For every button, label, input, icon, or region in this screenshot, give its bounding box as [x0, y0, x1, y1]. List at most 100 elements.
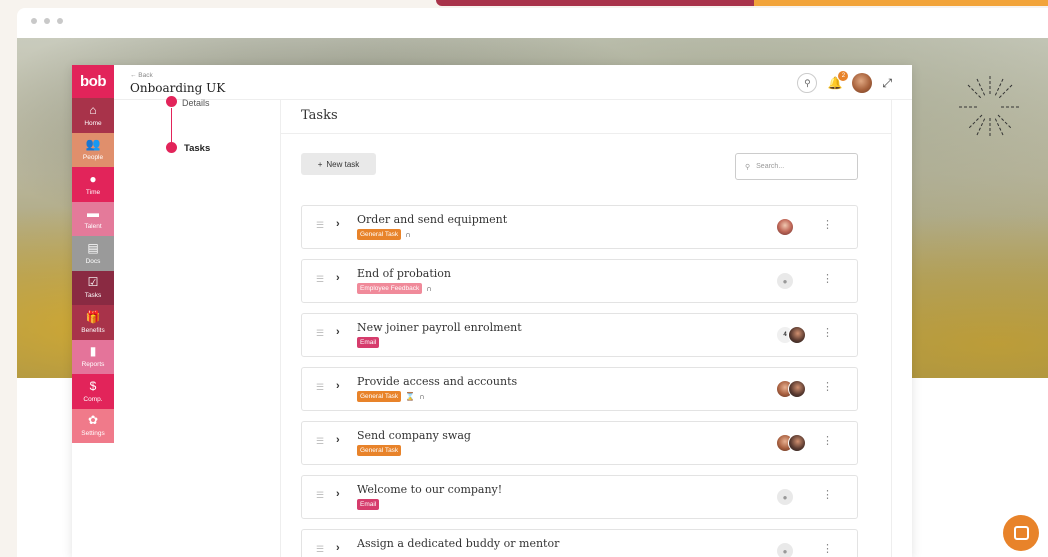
- search-placeholder: Search...: [756, 163, 785, 170]
- task-row[interactable]: ☰ › Welcome to our company! Email ● ⋮: [301, 475, 858, 519]
- task-name[interactable]: End of probation: [357, 267, 451, 280]
- app-window: bob ⌂ Home 👥 People ● Time ▬ Talent ▤ Docs ☑ Tasks 🎁…: [72, 65, 912, 557]
- task-name[interactable]: Order and send equipment: [357, 213, 507, 226]
- drag-handle-icon[interactable]: ☰: [316, 544, 324, 555]
- assignee[interactable]: ●: [776, 271, 794, 291]
- chevron-right-icon[interactable]: ›: [336, 218, 340, 230]
- user-placeholder-icon: ●: [776, 542, 794, 557]
- task-name[interactable]: New joiner payroll enrolment: [357, 321, 522, 334]
- sidebar-item-label: Settings: [81, 430, 105, 438]
- assignee[interactable]: ●: [776, 541, 794, 557]
- user-placeholder-icon: ●: [776, 488, 794, 506]
- task-name[interactable]: Provide access and accounts: [357, 375, 517, 388]
- divider: [281, 133, 891, 134]
- step-details[interactable]: Details: [182, 98, 210, 108]
- avatar[interactable]: [852, 73, 873, 93]
- sidebar-item-label: Comp.: [83, 395, 103, 403]
- search-icon[interactable]: ⚲: [797, 73, 818, 93]
- more-options-icon[interactable]: ⋮: [822, 380, 833, 393]
- task-row[interactable]: ☰ › Send company swag General Task ⋮: [301, 421, 858, 465]
- avatar: [788, 326, 806, 344]
- sidebar-item-label: Reports: [81, 361, 105, 369]
- drag-handle-icon[interactable]: ☰: [316, 220, 324, 231]
- gift-icon: 🎁: [85, 309, 101, 324]
- drag-handle-icon[interactable]: ☰: [316, 382, 324, 393]
- task-row[interactable]: ☰ › End of probation Employee Feedback ∩ ● ⋮: [301, 259, 858, 303]
- sidebar-item-docs[interactable]: ▤ Docs: [72, 236, 114, 271]
- sidebar: bob ⌂ Home 👥 People ● Time ▬ Talent ▤ Docs ☑ Tasks 🎁…: [72, 65, 114, 445]
- sidebar-item-benefits[interactable]: 🎁 Benefits: [72, 305, 114, 340]
- more-options-icon[interactable]: ⋮: [822, 542, 833, 555]
- more-options-icon[interactable]: ⋮: [822, 272, 833, 285]
- assignee[interactable]: [776, 217, 794, 237]
- step-tasks[interactable]: Tasks: [184, 143, 210, 154]
- window-controls: [31, 18, 63, 24]
- new-task-label: New task: [326, 159, 360, 169]
- sidebar-item-comp[interactable]: $ Comp.: [72, 374, 114, 409]
- search-input[interactable]: ⚲ Search...: [735, 153, 858, 180]
- task-name[interactable]: Assign a dedicated buddy or mentor: [357, 537, 559, 550]
- chevron-right-icon[interactable]: ›: [336, 272, 340, 284]
- task-type-badge: General Task: [357, 445, 402, 456]
- notification-badge: 2: [838, 71, 849, 81]
- header-actions: ⚲ 🔔 2 ⤢: [797, 71, 892, 93]
- task-type-badge: General Task: [357, 391, 402, 402]
- chat-launcher-button[interactable]: [1003, 515, 1039, 551]
- assignee[interactable]: 4: [776, 325, 806, 345]
- chevron-right-icon[interactable]: ›: [336, 434, 340, 446]
- window-dot[interactable]: [57, 18, 63, 24]
- sidebar-item-people[interactable]: 👥 People: [72, 132, 114, 167]
- task-row[interactable]: ☰ › Provide access and accounts General Tas…: [301, 367, 858, 411]
- chevron-right-icon[interactable]: ›: [336, 326, 340, 338]
- more-options-icon[interactable]: ⋮: [822, 218, 833, 231]
- document-icon: ▤: [87, 240, 99, 255]
- sidebar-item-label: Time: [85, 188, 101, 196]
- sun-decoration-icon: [959, 76, 1021, 138]
- task-type-badge: Email: [357, 499, 380, 510]
- sidebar-item-home[interactable]: ⌂ Home: [72, 98, 114, 133]
- task-name[interactable]: Send company swag: [357, 429, 471, 442]
- avatar: [776, 218, 794, 236]
- task-tags: Email: [357, 499, 380, 510]
- drag-handle-icon[interactable]: ☰: [316, 490, 324, 501]
- sidebar-item-talent[interactable]: ▬ Talent: [72, 201, 114, 236]
- sidebar-item-reports[interactable]: ▮ Reports: [72, 339, 114, 374]
- sidebar-item-settings[interactable]: ✿ Settings: [72, 408, 114, 443]
- drag-handle-icon[interactable]: ☰: [316, 328, 324, 339]
- more-options-icon[interactable]: ⋮: [822, 326, 833, 339]
- step-connector: [171, 108, 172, 143]
- page-title: Onboarding UK: [130, 81, 226, 95]
- bell-icon[interactable]: 🔔 2: [827, 71, 849, 90]
- chevron-right-icon[interactable]: ›: [336, 542, 340, 554]
- assignee[interactable]: [776, 433, 806, 453]
- task-name[interactable]: Welcome to our company!: [357, 483, 502, 496]
- chevron-right-icon[interactable]: ›: [336, 488, 340, 500]
- assignee[interactable]: ●: [776, 487, 794, 507]
- sidebar-item-time[interactable]: ● Time: [72, 167, 114, 202]
- bob-logo[interactable]: bob: [72, 65, 114, 98]
- more-options-icon[interactable]: ⋮: [822, 434, 833, 447]
- drag-handle-icon[interactable]: ☰: [316, 274, 324, 285]
- expand-icon[interactable]: ⤢: [882, 76, 892, 91]
- more-options-icon[interactable]: ⋮: [822, 488, 833, 501]
- task-row[interactable]: ☰ › Order and send equipment General Task ∩ ⋮: [301, 205, 858, 249]
- sidebar-item-tasks[interactable]: ☑ Tasks: [72, 270, 114, 305]
- task-row[interactable]: ☰ › Assign a dedicated buddy or mentor ● ⋮: [301, 529, 858, 557]
- sidebar-item-label: Home: [84, 119, 102, 127]
- window-dot[interactable]: [31, 18, 37, 24]
- drag-handle-icon[interactable]: ☰: [316, 436, 324, 447]
- gear-icon: ✿: [87, 413, 99, 428]
- user-placeholder-icon: ●: [776, 272, 794, 290]
- new-task-button[interactable]: + New task: [301, 153, 376, 175]
- headset-icon: ∩: [405, 230, 411, 239]
- step-dot-icon: [166, 96, 177, 107]
- sidebar-item-label: Talent: [84, 223, 102, 231]
- back-link[interactable]: ← Back: [130, 72, 153, 79]
- plus-icon: +: [317, 159, 323, 169]
- chevron-right-icon[interactable]: ›: [336, 380, 340, 392]
- task-row[interactable]: ☰ › New joiner payroll enrolment Email 4 ⋮: [301, 313, 858, 357]
- window-dot[interactable]: [44, 18, 50, 24]
- task-tags: General Task: [357, 445, 402, 456]
- brand-accent-bar: [436, 0, 1048, 6]
- assignee[interactable]: [776, 379, 806, 399]
